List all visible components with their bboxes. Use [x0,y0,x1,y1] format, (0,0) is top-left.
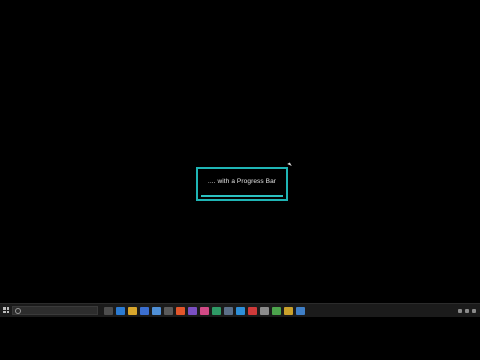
splash-window: .... with a Progress Bar [196,167,288,201]
task-view-icon[interactable] [104,307,113,315]
progress-bar-fill [201,195,283,197]
mail-icon[interactable] [152,307,161,315]
system-tray [458,307,476,315]
search-icon [15,308,21,314]
windows-start-icon[interactable] [3,307,9,313]
app-icon-4[interactable] [200,307,209,315]
network-icon[interactable] [458,309,462,313]
app-icon-6[interactable] [224,307,233,315]
splash-message: .... with a Progress Bar [207,178,277,185]
notification-icon[interactable] [472,309,476,313]
app-icon-12[interactable] [296,307,305,315]
desktop: .... with a Progress Bar [0,0,480,303]
search-input[interactable] [22,307,96,314]
store-icon[interactable] [140,307,149,315]
taskbar [0,303,480,317]
app-icon-7[interactable] [236,307,245,315]
taskbar-pinned-apps [104,307,305,315]
app-icon-8[interactable] [248,307,257,315]
app-icon-3[interactable] [188,307,197,315]
file-explorer-icon[interactable] [128,307,137,315]
app-icon-11[interactable] [284,307,293,315]
edge-icon[interactable] [116,307,125,315]
progress-bar [201,195,283,197]
app-icon-5[interactable] [212,307,221,315]
letterbox-bar [0,317,480,360]
taskbar-search-box[interactable] [12,306,98,315]
app-icon-2[interactable] [176,307,185,315]
volume-icon[interactable] [465,309,469,313]
app-icon-10[interactable] [272,307,281,315]
app-icon-1[interactable] [164,307,173,315]
app-icon-9[interactable] [260,307,269,315]
